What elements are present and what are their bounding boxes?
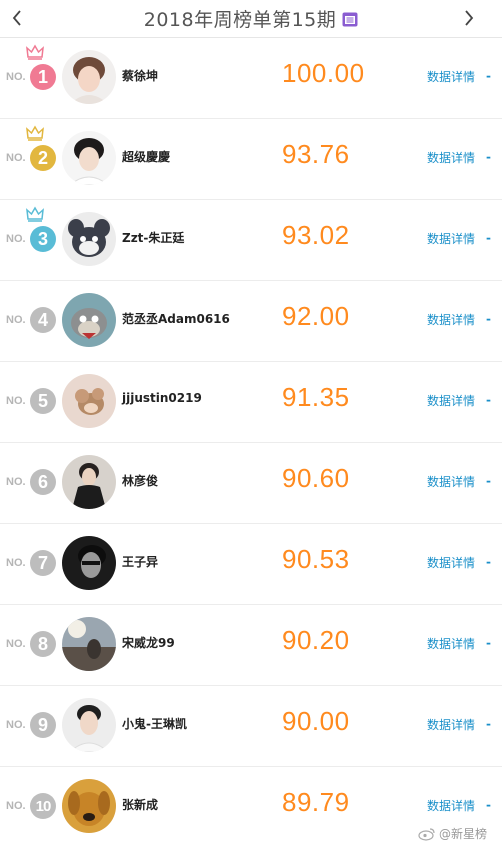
expand-dash[interactable]: - — [486, 150, 491, 164]
calendar-icon[interactable] — [342, 11, 358, 27]
avatar[interactable] — [62, 779, 116, 833]
crown-icon — [26, 125, 44, 141]
data-detail-link[interactable]: 数据详情 — [427, 68, 475, 85]
ranking-list: NO. 1 蔡徐坤 100.00 数据详情 - NO. 2 超级慶慶 93.76 — [0, 38, 502, 847]
artist-name: 范丞丞Adam0616 — [122, 312, 230, 326]
ranking-row[interactable]: NO. 8 宋威龙99 90.20 数据详情 - — [0, 605, 502, 686]
no-label: NO. — [6, 719, 26, 731]
data-detail-link[interactable]: 数据详情 — [427, 149, 475, 166]
score-value: 90.53 — [282, 544, 350, 574]
expand-dash[interactable]: - — [486, 798, 491, 812]
no-label: NO. — [6, 395, 26, 407]
avatar[interactable] — [62, 536, 116, 590]
no-label: NO. — [6, 800, 26, 812]
ranking-row[interactable]: NO. 3 Zzt-朱正廷 93.02 数据详情 - — [0, 200, 502, 281]
score-value: 90.20 — [282, 625, 350, 655]
avatar[interactable] — [62, 50, 116, 104]
weibo-watermark: @新星榜 — [418, 825, 487, 842]
data-detail-link[interactable]: 数据详情 — [427, 311, 475, 328]
artist-name: 张新成 — [122, 798, 159, 812]
rank-badge: 8 — [30, 631, 56, 657]
avatar[interactable] — [62, 374, 116, 428]
score-value: 90.60 — [282, 463, 350, 493]
watermark-text: @新星榜 — [439, 827, 488, 841]
ranking-row[interactable]: NO. 5 jjjustin0219 91.35 数据详情 - — [0, 362, 502, 443]
ranking-row[interactable]: NO. 9 小鬼-王琳凯 90.00 数据详情 - — [0, 686, 502, 767]
score-value: 92.00 — [282, 301, 350, 331]
avatar[interactable] — [62, 293, 116, 347]
artist-name: 宋威龙99 — [122, 636, 175, 650]
data-detail-link[interactable]: 数据详情 — [427, 716, 475, 733]
expand-dash[interactable]: - — [486, 393, 491, 407]
artist-name: 林彦俊 — [122, 474, 159, 488]
expand-dash[interactable]: - — [486, 636, 491, 650]
avatar[interactable] — [62, 455, 116, 509]
artist-name: jjjustin0219 — [122, 391, 202, 405]
next-week-button[interactable] — [454, 4, 484, 32]
ranking-row[interactable]: NO. 6 林彦俊 90.60 数据详情 - — [0, 443, 502, 524]
data-detail-link[interactable]: 数据详情 — [427, 797, 475, 814]
expand-dash[interactable]: - — [486, 474, 491, 488]
score-value: 93.76 — [282, 139, 350, 169]
data-detail-link[interactable]: 数据详情 — [427, 635, 475, 652]
rank-badge: 7 — [30, 550, 56, 576]
rank-badge: 6 — [30, 469, 56, 495]
no-label: NO. — [6, 314, 26, 326]
no-label: NO. — [6, 233, 26, 245]
expand-dash[interactable]: - — [486, 231, 491, 245]
no-label: NO. — [6, 638, 26, 650]
header-bar: 2018年周榜单第15期 — [0, 0, 502, 38]
artist-name: Zzt-朱正廷 — [122, 231, 185, 245]
data-detail-link[interactable]: 数据详情 — [427, 392, 475, 409]
rank-badge: 3 — [30, 226, 56, 252]
expand-dash[interactable]: - — [486, 555, 491, 569]
no-label: NO. — [6, 71, 26, 83]
crown-icon — [26, 206, 44, 222]
artist-name: 蔡徐坤 — [122, 69, 159, 83]
no-label: NO. — [6, 557, 26, 569]
ranking-row[interactable]: NO. 1 蔡徐坤 100.00 数据详情 - — [0, 38, 502, 119]
expand-dash[interactable]: - — [486, 69, 491, 83]
rank-badge: 9 — [30, 712, 56, 738]
avatar[interactable] — [62, 617, 116, 671]
avatar[interactable] — [62, 131, 116, 185]
expand-dash[interactable]: - — [486, 717, 491, 731]
ranking-row[interactable]: NO. 7 王子异 90.53 数据详情 - — [0, 524, 502, 605]
data-detail-link[interactable]: 数据详情 — [427, 554, 475, 571]
rank-badge: 4 — [30, 307, 56, 333]
no-label: NO. — [6, 152, 26, 164]
score-value: 91.35 — [282, 382, 350, 412]
expand-dash[interactable]: - — [486, 312, 491, 326]
avatar[interactable] — [62, 212, 116, 266]
data-detail-link[interactable]: 数据详情 — [427, 230, 475, 247]
artist-name: 超级慶慶 — [122, 150, 171, 164]
avatar[interactable] — [62, 698, 116, 752]
data-detail-link[interactable]: 数据详情 — [427, 473, 475, 490]
artist-name: 小鬼-王琳凯 — [122, 717, 187, 731]
ranking-row[interactable]: NO. 2 超级慶慶 93.76 数据详情 - — [0, 119, 502, 200]
rank-badge: 2 — [30, 145, 56, 171]
rank-badge: 1 — [30, 64, 56, 90]
rank-badge: 10 — [30, 793, 56, 819]
no-label: NO. — [6, 476, 26, 488]
ranking-row[interactable]: NO. 4 范丞丞Adam0616 92.00 数据详情 - — [0, 281, 502, 362]
score-value: 93.02 — [282, 220, 350, 250]
score-value: 100.00 — [282, 58, 365, 88]
weibo-icon — [418, 827, 435, 841]
score-value: 90.00 — [282, 706, 350, 736]
rank-badge: 5 — [30, 388, 56, 414]
chevron-right-icon — [465, 10, 474, 26]
artist-name: 王子异 — [122, 555, 159, 569]
score-value: 89.79 — [282, 787, 350, 817]
title-group: 2018年周榜单第15期 — [0, 0, 502, 37]
crown-icon — [26, 44, 44, 60]
page-title: 2018年周榜单第15期 — [143, 9, 337, 31]
